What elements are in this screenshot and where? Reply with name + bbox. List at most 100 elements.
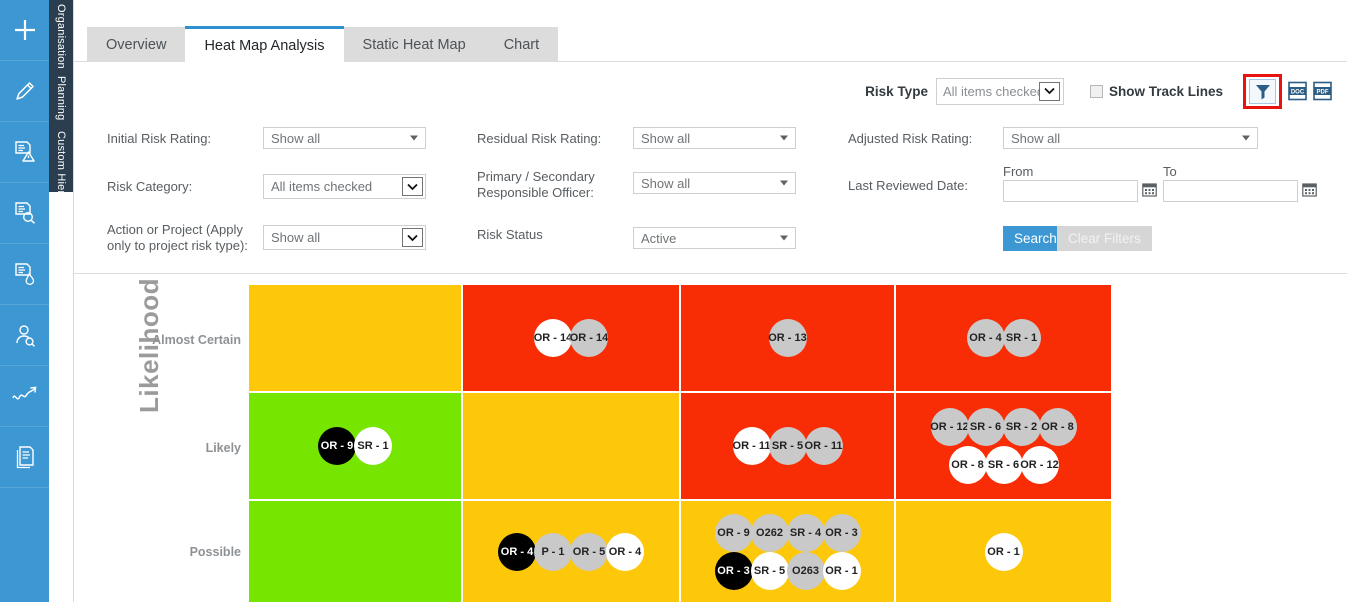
risk-bubble[interactable]: OR - 13: [769, 319, 807, 357]
risk-bubble[interactable]: OR - 4: [606, 533, 644, 571]
risk-bubble[interactable]: OR - 14: [570, 319, 608, 357]
risk-bubble[interactable]: P - 1: [534, 533, 572, 571]
filter-button-highlight[interactable]: [1243, 74, 1282, 109]
heat-map-cell[interactable]: OR - 12SR - 6SR - 2OR - 8OR - 8SR - 6OR …: [896, 393, 1111, 499]
initial-risk-rating-label: Initial Risk Rating:: [107, 131, 257, 147]
calendar-from-icon[interactable]: [1142, 182, 1157, 202]
heat-map-cell[interactable]: OR - 11SR - 5OR - 11: [681, 393, 894, 499]
risk-bubble[interactable]: SR - 5: [769, 427, 807, 465]
risk-bubble[interactable]: OR - 8: [1039, 408, 1077, 446]
toolbar: Risk Type All items checked Show Track L…: [865, 76, 1332, 106]
risk-bubble[interactable]: SR - 1: [1003, 319, 1041, 357]
risk-bubble[interactable]: SR - 2: [1003, 408, 1041, 446]
sidebar-edit-button[interactable]: [0, 61, 49, 122]
bubble-row: OR - 3SR - 5O263OR - 1: [716, 552, 860, 590]
risk-bubble[interactable]: OR - 8: [949, 446, 987, 484]
export-pdf-button[interactable]: PDF: [1313, 81, 1332, 101]
show-track-lines-checkbox[interactable]: Show Track Lines: [1090, 84, 1223, 99]
bubble-row: OR - 8SR - 6OR - 12: [950, 446, 1058, 484]
caret-down-icon: [780, 136, 788, 141]
risk-bubble[interactable]: OR - 9: [715, 514, 753, 552]
risk-bubble[interactable]: OR - 5: [570, 533, 608, 571]
row-label-likely: Likely: [206, 441, 241, 455]
bubble-row: OR - 4SR - 1: [968, 319, 1040, 357]
sidebar-trend-button[interactable]: [0, 366, 49, 427]
heat-map-cell[interactable]: [249, 285, 461, 391]
vertical-tab-custom-hierarchy[interactable]: Custom Hierarchy: [49, 127, 73, 192]
pencil-icon: [12, 78, 38, 104]
heat-map-cell[interactable]: OR - 9O262SR - 4OR - 3OR - 3SR - 5O263OR…: [681, 501, 894, 602]
heat-map-cell[interactable]: OR - 9SR - 1: [249, 393, 461, 499]
checkbox-box[interactable]: [1090, 85, 1103, 98]
heat-map: Likelihood Almost Certain Likely Possibl…: [74, 273, 1347, 602]
heat-map-cell[interactable]: [249, 501, 461, 602]
heat-map-cell[interactable]: [463, 393, 679, 499]
primary-secondary-officer-label: Primary / Secondary Responsible Officer:: [477, 169, 622, 201]
risk-bubble[interactable]: OR - 14: [534, 319, 572, 357]
adjusted-risk-rating-value: Show all: [1011, 131, 1060, 146]
risk-bubble[interactable]: OR - 4: [967, 319, 1005, 357]
risk-bubble[interactable]: OR - 11: [733, 427, 771, 465]
sidebar-add-button[interactable]: [0, 0, 49, 61]
heat-map-cell[interactable]: OR - 1: [896, 501, 1111, 602]
residual-risk-rating-label: Residual Risk Rating:: [477, 131, 647, 147]
sidebar-risk-search-button[interactable]: [0, 183, 49, 244]
action-or-project-select[interactable]: Show all: [263, 225, 426, 250]
chevron-down-icon[interactable]: [1039, 82, 1060, 101]
risk-bubble[interactable]: OR - 11: [805, 427, 843, 465]
heat-map-cell[interactable]: OR - 14OR - 14: [463, 285, 679, 391]
calendar-to-icon[interactable]: [1302, 182, 1317, 202]
risk-bubble[interactable]: OR - 1: [985, 533, 1023, 571]
risk-bubble[interactable]: OR - 3: [823, 514, 861, 552]
risk-bubble[interactable]: SR - 6: [967, 408, 1005, 446]
risk-bubble[interactable]: OR - 4: [498, 533, 536, 571]
tab-heat-map-analysis[interactable]: Heat Map Analysis: [185, 26, 343, 62]
risk-bubble[interactable]: SR - 6: [985, 446, 1023, 484]
chevron-down-icon[interactable]: [402, 228, 423, 247]
risk-bubble[interactable]: SR - 1: [354, 427, 392, 465]
chevron-down-icon[interactable]: [402, 177, 423, 196]
show-track-lines-label: Show Track Lines: [1109, 84, 1223, 99]
adjusted-risk-rating-select[interactable]: Show all: [1003, 127, 1258, 149]
residual-risk-rating-select[interactable]: Show all: [633, 127, 796, 149]
risk-bubble[interactable]: OR - 1: [823, 552, 861, 590]
heat-map-cell[interactable]: OR - 4SR - 1: [896, 285, 1111, 391]
risk-status-select[interactable]: Active: [633, 227, 796, 249]
primary-secondary-officer-select[interactable]: Show all: [633, 172, 796, 194]
tab-chart[interactable]: Chart: [485, 27, 558, 62]
vertical-tab-organisation[interactable]: Organisation: [49, 0, 73, 72]
date-from-input[interactable]: [1003, 180, 1138, 202]
sidebar-risk-register-button[interactable]: [0, 122, 49, 183]
risk-bubble[interactable]: SR - 4: [787, 514, 825, 552]
heat-map-cell[interactable]: OR - 13: [681, 285, 894, 391]
risk-bubble[interactable]: OR - 12: [1021, 446, 1059, 484]
date-to-input[interactable]: [1163, 180, 1298, 202]
clear-filters-button[interactable]: Clear Filters: [1057, 226, 1152, 251]
risk-bubble[interactable]: SR - 5: [751, 552, 789, 590]
bubble-row: OR - 11SR - 5OR - 11: [734, 427, 842, 465]
risk-bubble[interactable]: O263: [787, 552, 825, 590]
risk-category-select[interactable]: All items checked: [263, 174, 426, 199]
adjusted-risk-rating-label: Adjusted Risk Rating:: [848, 131, 1023, 147]
sidebar-incident-button[interactable]: [0, 244, 49, 305]
initial-risk-rating-select[interactable]: Show all: [263, 127, 426, 149]
export-doc-button[interactable]: DOC: [1288, 81, 1307, 101]
vertical-tab-planning[interactable]: Planning: [49, 72, 73, 127]
risk-bubble[interactable]: OR - 3: [715, 552, 753, 590]
risk-type-value: All items checked: [943, 84, 1044, 99]
tab-bar: Overview Heat Map Analysis Static Heat M…: [87, 26, 558, 62]
sidebar-reports-button[interactable]: [0, 427, 49, 488]
risk-bubble[interactable]: O262: [751, 514, 789, 552]
risk-bubble[interactable]: OR - 9: [318, 427, 356, 465]
tab-static-heat-map[interactable]: Static Heat Map: [344, 27, 485, 62]
heat-map-grid: OR - 14OR - 14OR - 13OR - 4SR - 1OR - 9S…: [249, 285, 1111, 602]
filter-button[interactable]: [1249, 79, 1276, 104]
tab-overview[interactable]: Overview: [87, 27, 185, 62]
risk-bubble[interactable]: OR - 12: [931, 408, 969, 446]
bubble-row: OR - 12SR - 6SR - 2OR - 8: [932, 408, 1076, 446]
heat-map-cell[interactable]: OR - 4P - 1OR - 5OR - 4: [463, 501, 679, 602]
document-copy-icon: [12, 444, 38, 470]
sidebar-user-search-button[interactable]: [0, 305, 49, 366]
risk-type-select[interactable]: All items checked: [936, 78, 1064, 105]
bubble-row: OR - 14OR - 14: [535, 319, 607, 357]
